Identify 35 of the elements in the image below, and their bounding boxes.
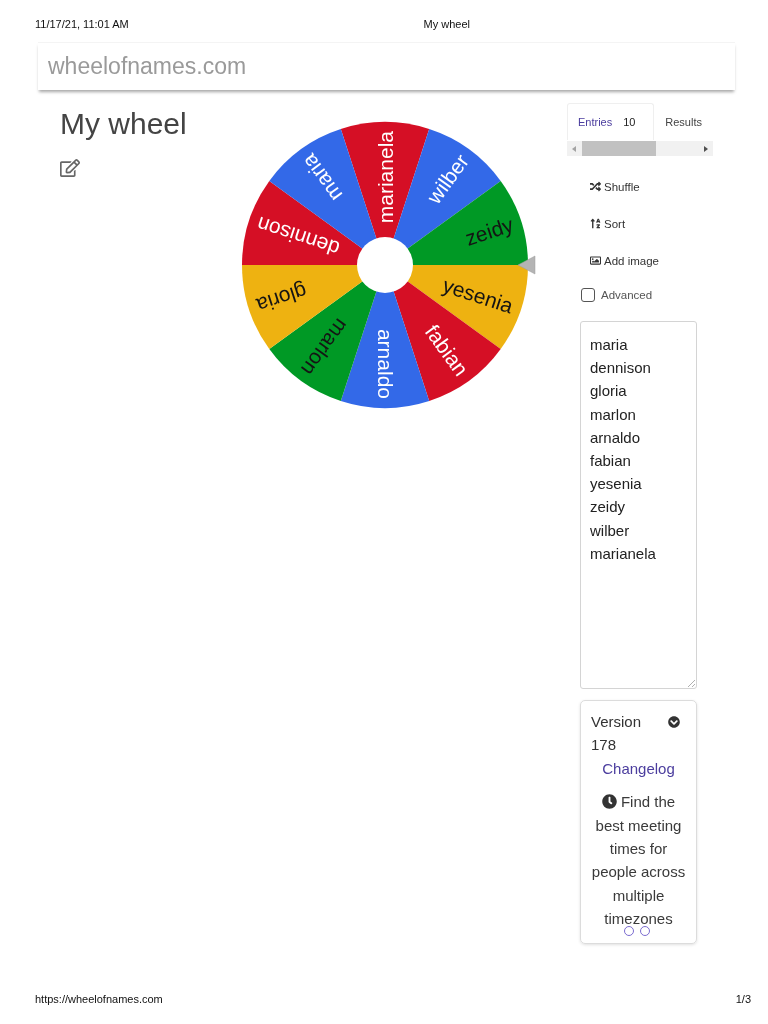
image-icon — [590, 255, 601, 266]
segment-label: gloria — [254, 279, 310, 318]
tab[interactable]: Results — [654, 103, 713, 140]
shuffle-icon — [590, 181, 601, 192]
scrollbar-thumb[interactable] — [582, 141, 656, 156]
caret-right-icon[interactable] — [704, 145, 708, 152]
advanced-checkbox[interactable] — [581, 288, 595, 302]
changelog-link[interactable]: Changelog — [602, 756, 675, 781]
scrollbar-track[interactable] — [567, 141, 713, 156]
shuffle-button[interactable]: Shuffle — [587, 168, 643, 205]
clock-icon — [601, 794, 617, 810]
checkbox-label[interactable]: Advanced — [601, 289, 653, 301]
print-url: https://wheelofnames.com — [35, 993, 163, 1006]
print-date: 11/17/21, 11:01 AM — [35, 18, 129, 31]
segment-label: arnaldo — [373, 328, 397, 399]
page-number: 1/3 — [735, 993, 751, 1006]
chevron-down-icon[interactable] — [668, 715, 680, 728]
edit-icon[interactable] — [60, 158, 80, 178]
caret-left-icon[interactable] — [572, 145, 576, 152]
resize-grip-icon[interactable] — [687, 679, 695, 687]
wheel-hub[interactable] — [357, 237, 413, 293]
wheel-title: My wheel — [60, 106, 187, 142]
tab[interactable]: Entries 10 — [567, 103, 655, 140]
promo-link[interactable]: Find the best meeting times for people across multiple timezones — [591, 790, 686, 931]
print-title: My wheel — [423, 18, 470, 31]
entries-textarea[interactable]: maria dennison gloria marlon arnaldo fabian yesenia zeidy wilber marianela — [580, 321, 697, 689]
version-number: 178 — [591, 735, 617, 756]
pointer-icon — [517, 255, 536, 275]
add-image-button[interactable]: Add image — [587, 242, 662, 279]
sort-icon — [590, 218, 601, 229]
sort-button[interactable]: Sort — [587, 205, 629, 242]
version-label: Version — [591, 712, 642, 732]
segment-label: yesenia — [440, 273, 516, 318]
segment-label: marianela — [373, 131, 397, 224]
segment-label: zeidy — [462, 212, 516, 250]
